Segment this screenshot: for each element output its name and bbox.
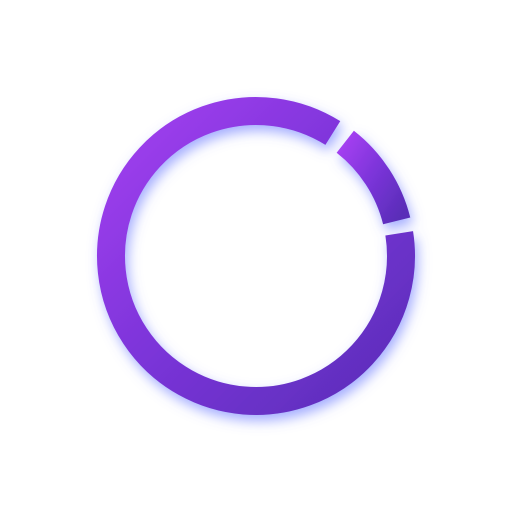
ring-group [97,97,415,415]
app-icon-canvas [0,0,512,512]
ring-small-segment [336,130,411,225]
segmented-ring-logo-icon [97,97,415,415]
